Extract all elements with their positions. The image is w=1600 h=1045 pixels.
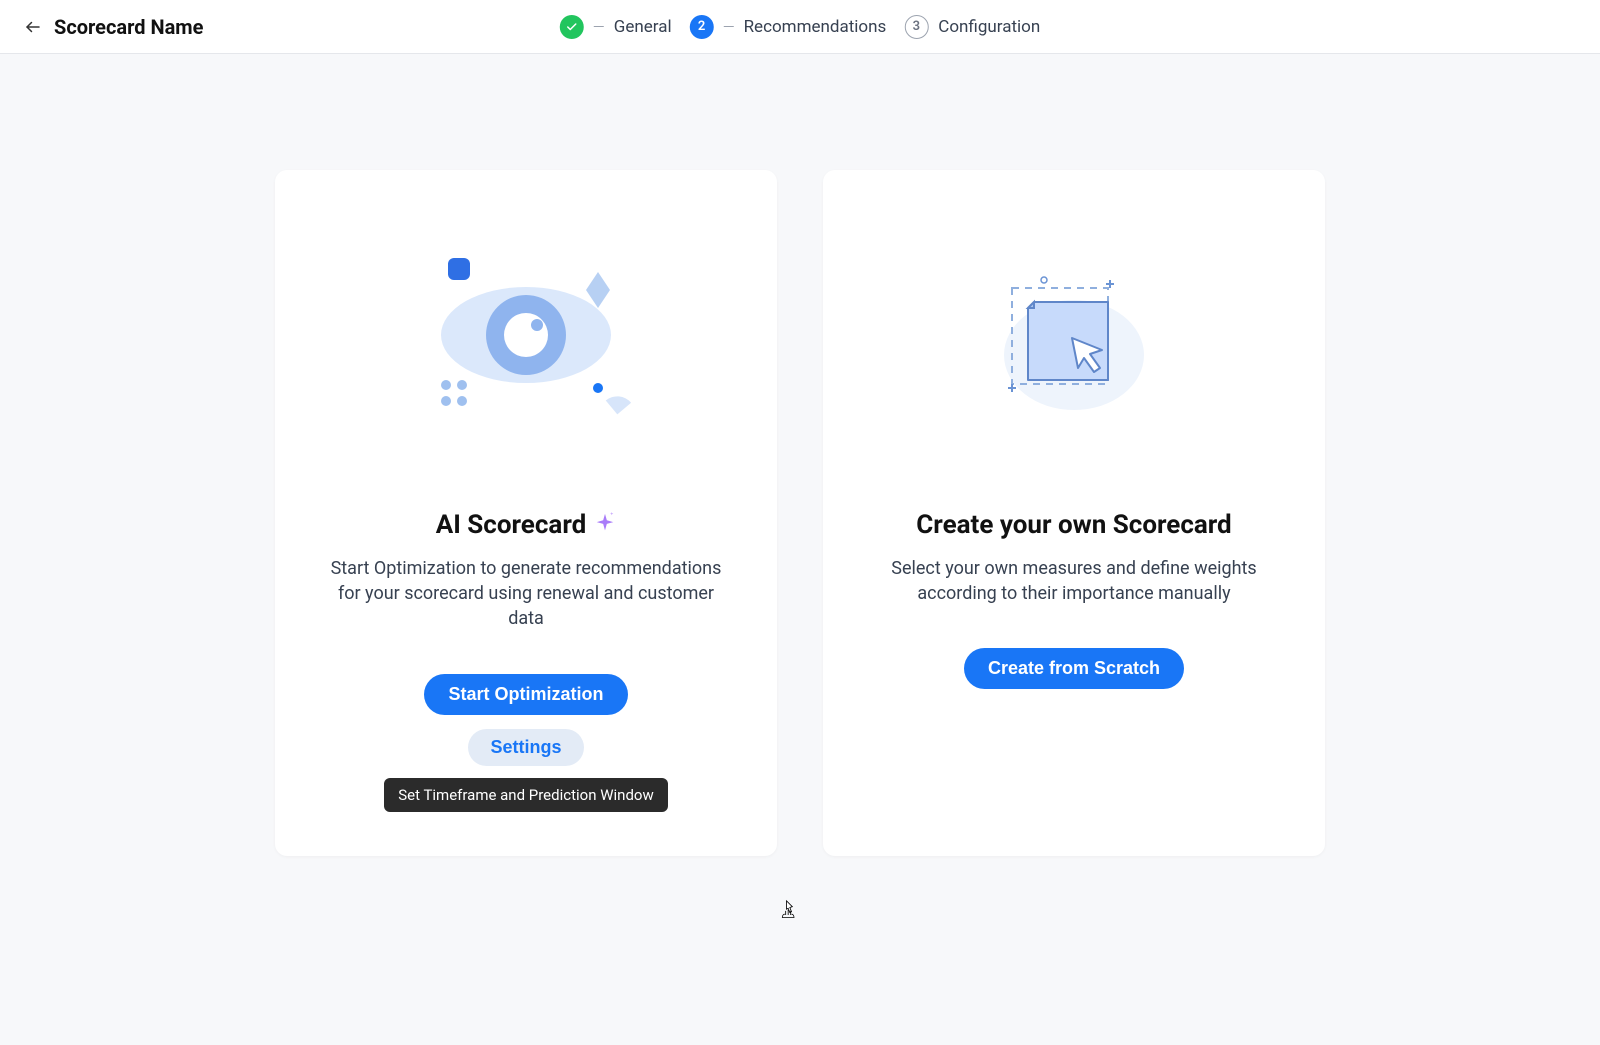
ai-eye-illustration-icon (416, 250, 636, 430)
card-title-row: Create your own Scorecard (916, 510, 1231, 540)
start-optimization-button[interactable]: Start Optimization (424, 674, 627, 715)
ai-scorecard-card: AI Scorecard Start Optimization to gener… (275, 170, 777, 856)
create-from-scratch-button[interactable]: Create from Scratch (964, 648, 1184, 689)
header-left: Scorecard Name (24, 15, 203, 39)
settings-tooltip: Set Timeframe and Prediction Window (384, 778, 667, 812)
sparkle-icon (594, 512, 616, 538)
card-title: Create your own Scorecard (916, 510, 1231, 540)
step-connector (594, 26, 604, 28)
page-title: Scorecard Name (54, 15, 203, 39)
step-label: Configuration (938, 17, 1040, 37)
step-recommendations[interactable]: 2 Recommendations (690, 15, 887, 39)
cursor-pointer-icon (779, 899, 799, 925)
header: Scorecard Name General 2 Recommendations… (0, 0, 1600, 54)
check-icon (560, 15, 584, 39)
card-description: Start Optimization to generate recommend… (326, 556, 726, 632)
back-arrow-icon[interactable] (24, 18, 42, 36)
stepper: General 2 Recommendations 3 Configuratio… (560, 15, 1040, 39)
document-cursor-illustration-icon (964, 250, 1184, 430)
step-label: General (614, 17, 672, 37)
step-connector (724, 26, 734, 28)
step-number-badge: 2 (690, 15, 714, 39)
step-label: Recommendations (744, 17, 887, 37)
card-title: AI Scorecard (436, 510, 586, 540)
step-general[interactable]: General (560, 15, 672, 39)
manual-scorecard-card: Create your own Scorecard Select your ow… (823, 170, 1325, 856)
settings-button[interactable]: Settings (468, 729, 583, 766)
main-content: AI Scorecard Start Optimization to gener… (0, 54, 1600, 856)
step-number-badge: 3 (904, 15, 928, 39)
card-description: Select your own measures and define weig… (874, 556, 1274, 606)
card-title-row: AI Scorecard (436, 510, 616, 540)
step-configuration[interactable]: 3 Configuration (904, 15, 1040, 39)
